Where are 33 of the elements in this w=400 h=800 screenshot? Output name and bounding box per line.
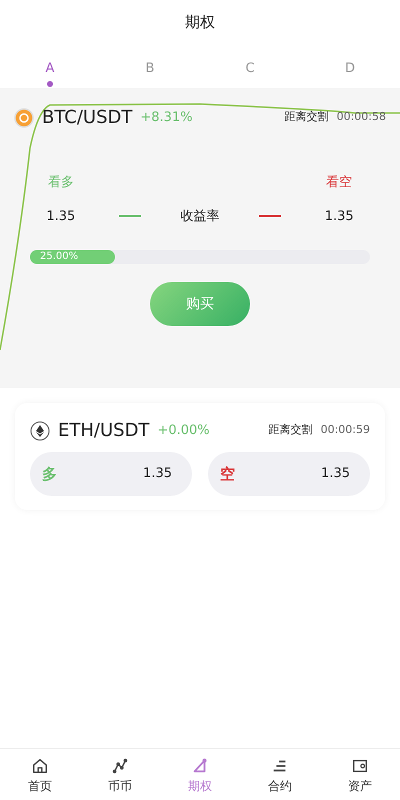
nav-item[interactable]: 首页 xyxy=(0,749,80,800)
nav-item[interactable]: 币币 xyxy=(80,749,160,800)
countdown-time: 00:00:58 xyxy=(336,109,386,126)
countdown-label: 距离交割 xyxy=(268,422,313,438)
countdown-time: 00:00:59 xyxy=(320,422,370,438)
short-button[interactable]: 空 1.35 xyxy=(208,452,370,496)
pair-name: BTC/USDT xyxy=(42,106,132,130)
wallet-icon xyxy=(351,757,369,775)
page-title: 期权 xyxy=(185,12,215,34)
nav-item[interactable]: 资产 xyxy=(320,749,400,800)
nodes-icon xyxy=(111,757,129,775)
countdown-label: 距离交割 xyxy=(284,109,329,126)
short-value: 1.35 xyxy=(321,465,350,484)
change-percent: +0.00% xyxy=(157,422,210,440)
tab[interactable]: A xyxy=(0,45,100,88)
short-dash xyxy=(258,215,281,218)
long-value: 1.35 xyxy=(143,465,172,484)
home-icon xyxy=(31,757,49,775)
change-percent: +8.31% xyxy=(140,108,193,127)
long-value: 1.35 xyxy=(45,208,76,226)
short-value: 1.35 xyxy=(324,208,355,226)
pair-name: ETH/USDT xyxy=(58,419,150,443)
nav-item[interactable]: 合约 xyxy=(240,749,320,800)
long-label: 多 xyxy=(42,464,57,485)
coin-icon xyxy=(14,108,34,128)
triangle-icon xyxy=(191,757,209,775)
long-button[interactable]: 多 1.35 xyxy=(30,452,192,496)
short-label: 空 xyxy=(220,464,235,485)
long-label: 看多 xyxy=(46,174,75,192)
long-dash xyxy=(119,215,142,218)
short-label: 看空 xyxy=(325,174,354,192)
rate-label: 收益率 xyxy=(179,208,220,226)
long-share: 25.00% xyxy=(40,250,78,264)
